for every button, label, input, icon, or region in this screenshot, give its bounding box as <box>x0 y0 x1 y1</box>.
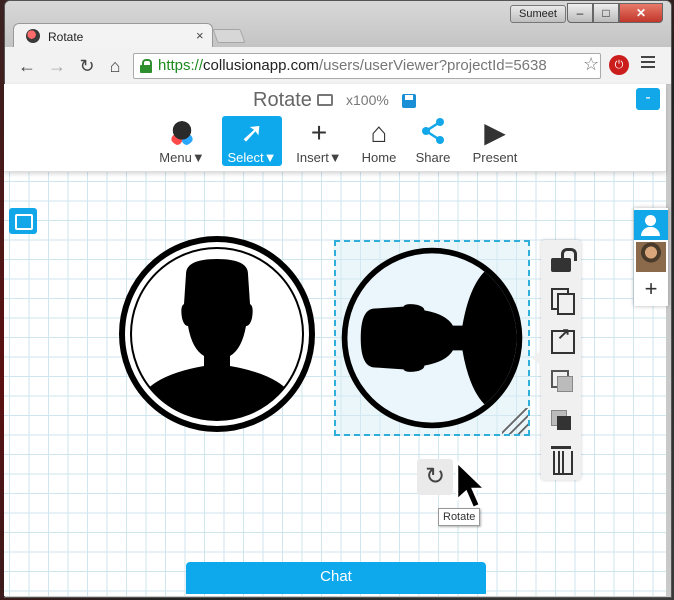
url-scheme: https:// <box>158 57 204 74</box>
url-host: collusionapp.com <box>203 57 319 74</box>
object-toolbar <box>533 240 581 480</box>
close-window-button[interactable]: ✕ <box>619 3 663 23</box>
select-button[interactable]: ➚ Select▼ <box>222 116 282 166</box>
extension-icon[interactable]: ⏻ <box>609 55 629 75</box>
bookmark-star-icon[interactable]: ☆ <box>583 54 599 75</box>
share-icon <box>409 116 457 150</box>
plus-icon: + <box>310 117 328 148</box>
resize-handle[interactable] <box>502 408 528 434</box>
browser-tab[interactable]: Rotate × <box>13 23 213 49</box>
user-icon[interactable] <box>634 210 668 240</box>
project-title[interactable]: Rotate <box>253 89 312 112</box>
profile-badge[interactable]: Sumeet <box>510 5 566 23</box>
share-button[interactable]: Share <box>409 116 457 166</box>
select-label: Select▼ <box>227 150 277 165</box>
app-header: Rotate x100% - Menu▼ ➚ Select▼ + Insert▼… <box>4 84 666 172</box>
brain-logo-icon <box>169 120 195 146</box>
unlock-icon[interactable] <box>549 248 573 272</box>
trash-icon[interactable] <box>549 446 573 475</box>
duplicate-icon[interactable] <box>549 288 575 315</box>
title-bar: Sumeet – □ ✕ Rotate × <box>5 1 671 49</box>
minimize-button[interactable]: – <box>567 3 593 23</box>
home-label: Home <box>361 150 397 165</box>
reload-icon[interactable]: ↻ <box>75 54 99 78</box>
url-path: /users/userViewer?projectId=5638 <box>318 57 547 74</box>
tab-title: Rotate <box>48 30 84 44</box>
house-icon: ⌂ <box>370 117 388 148</box>
canvas-grid[interactable]: ↻ Rotate Chat <box>4 172 666 596</box>
browser-menu-icon[interactable] <box>641 56 655 70</box>
home-button[interactable]: ⌂ Home <box>354 116 404 166</box>
maximize-button[interactable]: □ <box>593 3 619 23</box>
send-backward-icon[interactable] <box>549 368 573 392</box>
zoom-level[interactable]: x100% <box>346 92 389 108</box>
insert-button[interactable]: + Insert▼ <box>292 116 346 166</box>
lock-icon <box>140 59 152 73</box>
collaborators-panel: + <box>634 208 668 306</box>
collusion-app: Rotate x100% - Menu▼ ➚ Select▼ + Insert▼… <box>4 84 668 596</box>
address-bar[interactable]: https://collusionapp.com/users/userViewe… <box>133 53 601 79</box>
menu-label: Menu▼ <box>159 150 205 165</box>
avatar[interactable] <box>636 242 666 272</box>
present-label: Present <box>472 150 518 165</box>
insert-image-icon[interactable] <box>9 208 37 234</box>
chat-bar[interactable]: Chat <box>186 562 486 594</box>
bring-forward-icon[interactable] <box>549 408 573 432</box>
open-link-icon[interactable] <box>549 324 575 354</box>
play-icon: ▶ <box>484 117 506 148</box>
edit-title-icon[interactable] <box>317 94 333 106</box>
avatar-image[interactable] <box>116 234 318 434</box>
home-icon[interactable]: ⌂ <box>103 54 127 78</box>
back-arrow-icon[interactable]: ← <box>15 54 39 78</box>
collapse-header-button[interactable]: - <box>636 88 660 110</box>
save-icon[interactable] <box>402 94 416 108</box>
add-user-button[interactable]: + <box>634 274 668 304</box>
rotate-tooltip: Rotate <box>438 508 481 526</box>
cursor-arrow-icon: ➚ <box>240 117 264 148</box>
present-button[interactable]: ▶ Present <box>464 116 526 166</box>
tab-close-icon[interactable]: × <box>196 28 204 43</box>
mouse-pointer-icon <box>454 459 490 512</box>
new-tab-button[interactable] <box>212 29 246 43</box>
share-label: Share <box>415 150 451 165</box>
rotate-button[interactable]: ↻ <box>417 459 453 495</box>
collusion-favicon-icon <box>26 29 40 43</box>
selected-rotated-avatar[interactable] <box>334 240 530 436</box>
menu-button[interactable]: Menu▼ <box>156 116 208 166</box>
insert-label: Insert▼ <box>296 150 342 165</box>
forward-arrow-icon[interactable]: → <box>45 54 69 78</box>
browser-toolbar: ← → ↻ ⌂ https://collusionapp.com/users/u… <box>5 47 671 85</box>
